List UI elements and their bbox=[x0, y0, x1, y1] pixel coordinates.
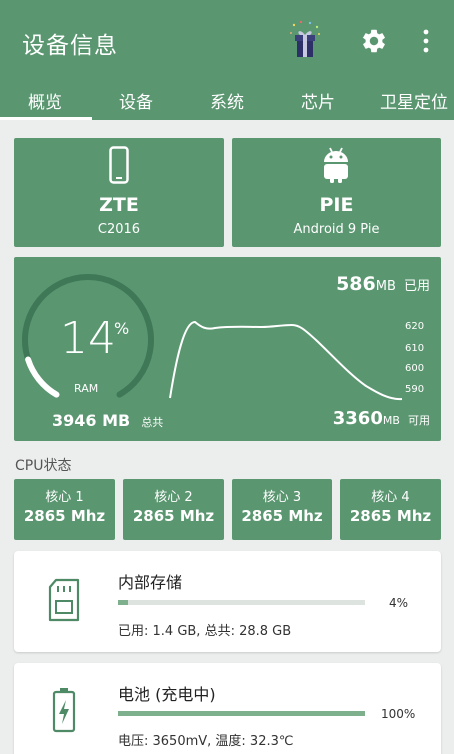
android-icon bbox=[324, 147, 348, 183]
tab-device[interactable]: 设备 bbox=[119, 88, 153, 113]
cpu-core-card[interactable]: 核心 1 2865 Mhz bbox=[14, 479, 115, 540]
ram-percent: 14 bbox=[60, 313, 116, 364]
ram-axis-tick: 600 bbox=[405, 363, 425, 374]
cpu-core-card[interactable]: 核心 3 2865 Mhz bbox=[232, 479, 332, 540]
cpu-core-frequency: 2865 Mhz bbox=[132, 507, 215, 525]
app-bar: 设备信息 bbox=[0, 0, 454, 80]
device-brand: ZTE bbox=[99, 194, 139, 216]
ram-used-label: 已用 bbox=[403, 279, 430, 294]
more-options-icon[interactable] bbox=[414, 28, 438, 54]
ram-axis-tick: 590 bbox=[405, 384, 425, 395]
ram-label: RAM bbox=[74, 382, 99, 395]
storage-detail: 已用: 1.4 GB, 总共: 28.8 GB bbox=[118, 624, 292, 639]
cpu-core-frequency: 2865 Mhz bbox=[349, 507, 432, 525]
ram-available-label: 可用 bbox=[408, 414, 430, 427]
device-card[interactable]: ZTE C2016 bbox=[14, 138, 224, 247]
storage-bar bbox=[118, 600, 365, 605]
storage-bar-fill bbox=[118, 600, 128, 605]
battery-bar-fill bbox=[118, 711, 365, 716]
tab-gnss[interactable]: 卫星定位 bbox=[380, 88, 448, 113]
cpu-core-label: 核心 1 bbox=[45, 490, 84, 505]
cpu-core-label: 核心 3 bbox=[262, 490, 302, 505]
battery-charging-icon bbox=[52, 688, 76, 733]
cpu-core-card[interactable]: 核心 4 2865 Mhz bbox=[340, 479, 441, 540]
ram-total-value: 3946 MB bbox=[52, 411, 131, 430]
cpu-core-frequency: 2865 Mhz bbox=[241, 507, 323, 525]
os-version: Android 9 Pie bbox=[293, 222, 380, 237]
ram-available: 3360MB 可用 bbox=[333, 408, 430, 429]
battery-title: 电池 (充电中) bbox=[118, 685, 216, 704]
gift-icon[interactable] bbox=[288, 20, 322, 60]
ram-total: 3946 MB 总共 bbox=[52, 411, 163, 430]
battery-percent: 100% bbox=[381, 707, 416, 721]
cpu-core-card[interactable]: 核心 2 2865 Mhz bbox=[123, 479, 224, 540]
tab-indicator bbox=[0, 117, 92, 120]
app-title: 设备信息 bbox=[22, 33, 118, 59]
battery-bar bbox=[118, 711, 365, 716]
tab-system[interactable]: 系统 bbox=[210, 88, 244, 113]
device-model: C2016 bbox=[97, 222, 141, 237]
ram-available-value: 3360 bbox=[332, 408, 383, 429]
cpu-core-frequency: 2865 Mhz bbox=[23, 507, 106, 525]
tab-chip[interactable]: 芯片 bbox=[301, 88, 335, 113]
cpu-section-label: CPU状态 bbox=[15, 458, 72, 474]
tab-bar: 概览 设备 系统 芯片 卫星定位 bbox=[0, 80, 454, 120]
ram-axis-tick: 620 bbox=[405, 321, 425, 332]
ram-used-value: 586 bbox=[336, 273, 376, 295]
ram-axis-tick: 610 bbox=[405, 343, 425, 354]
ram-used: 586MB 已用 bbox=[336, 273, 430, 295]
gear-icon[interactable] bbox=[360, 27, 388, 55]
ram-total-label: 总共 bbox=[141, 416, 164, 429]
os-card[interactable]: PIE Android 9 Pie bbox=[232, 138, 441, 247]
ram-available-unit: MB bbox=[382, 414, 400, 427]
tab-overview[interactable]: 概览 bbox=[28, 88, 62, 113]
storage-percent: 4% bbox=[389, 596, 409, 610]
storage-title: 内部存储 bbox=[118, 573, 183, 592]
sd-card-icon bbox=[48, 578, 80, 622]
os-name: PIE bbox=[319, 194, 354, 216]
cpu-core-label: 核心 2 bbox=[154, 490, 193, 505]
phone-icon bbox=[109, 146, 129, 184]
ram-used-unit: MB bbox=[375, 279, 396, 294]
ram-percent-sign: % bbox=[114, 319, 130, 338]
battery-detail: 电压: 3650mV, 温度: 32.3℃ bbox=[118, 734, 294, 749]
cpu-core-label: 核心 4 bbox=[371, 490, 410, 505]
